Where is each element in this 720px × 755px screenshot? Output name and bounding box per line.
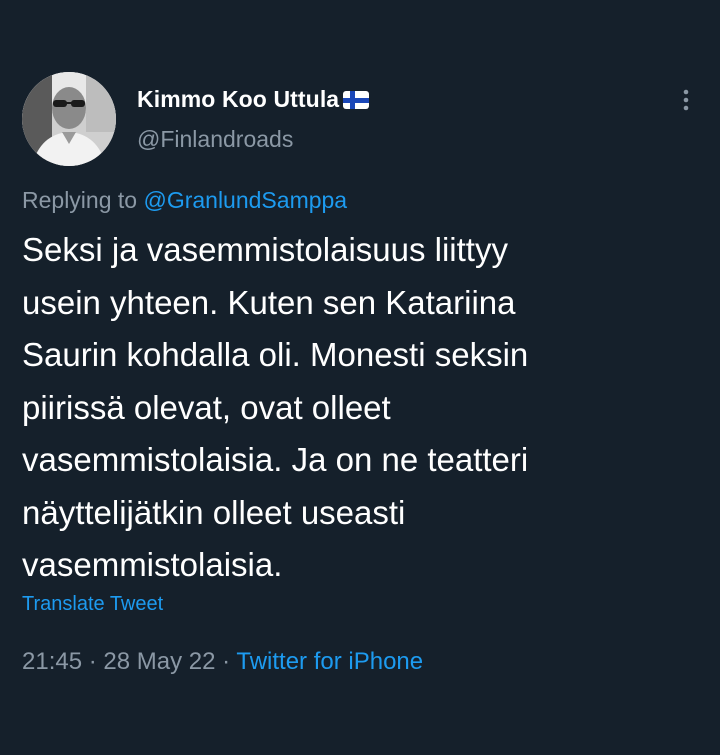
translate-tweet-link[interactable]: Translate Tweet <box>22 593 163 616</box>
tweet-time[interactable]: 21:45 <box>22 648 82 675</box>
tweet-date[interactable]: 28 May 22 <box>103 648 215 675</box>
meta-separator: · <box>82 648 104 675</box>
avatar[interactable] <box>22 72 116 166</box>
tweet-container: Kimmo Koo Uttula @Finlandroads Replying … <box>0 0 720 755</box>
finland-flag-icon <box>341 90 371 110</box>
author-display-name[interactable]: Kimmo Koo Uttula <box>137 86 339 113</box>
meta-separator: · <box>215 648 237 675</box>
author-name-row: Kimmo Koo Uttula <box>137 86 371 113</box>
author-handle[interactable]: @Finlandroads <box>137 126 293 153</box>
replying-prefix: Replying to <box>22 187 144 213</box>
more-vertical-icon[interactable] <box>672 88 700 114</box>
tweet-text: Seksi ja vasemmistolaisuus liittyy usein… <box>22 231 529 583</box>
tweet-source-link[interactable]: Twitter for iPhone <box>236 648 423 675</box>
replying-to: Replying to @GranlundSamppa <box>22 187 347 214</box>
reply-mention-link[interactable]: @GranlundSamppa <box>143 187 347 213</box>
profile-photo-icon <box>22 72 116 166</box>
tweet-metadata: 21:45 · 28 May 22 · Twitter for iPhone <box>22 648 423 676</box>
